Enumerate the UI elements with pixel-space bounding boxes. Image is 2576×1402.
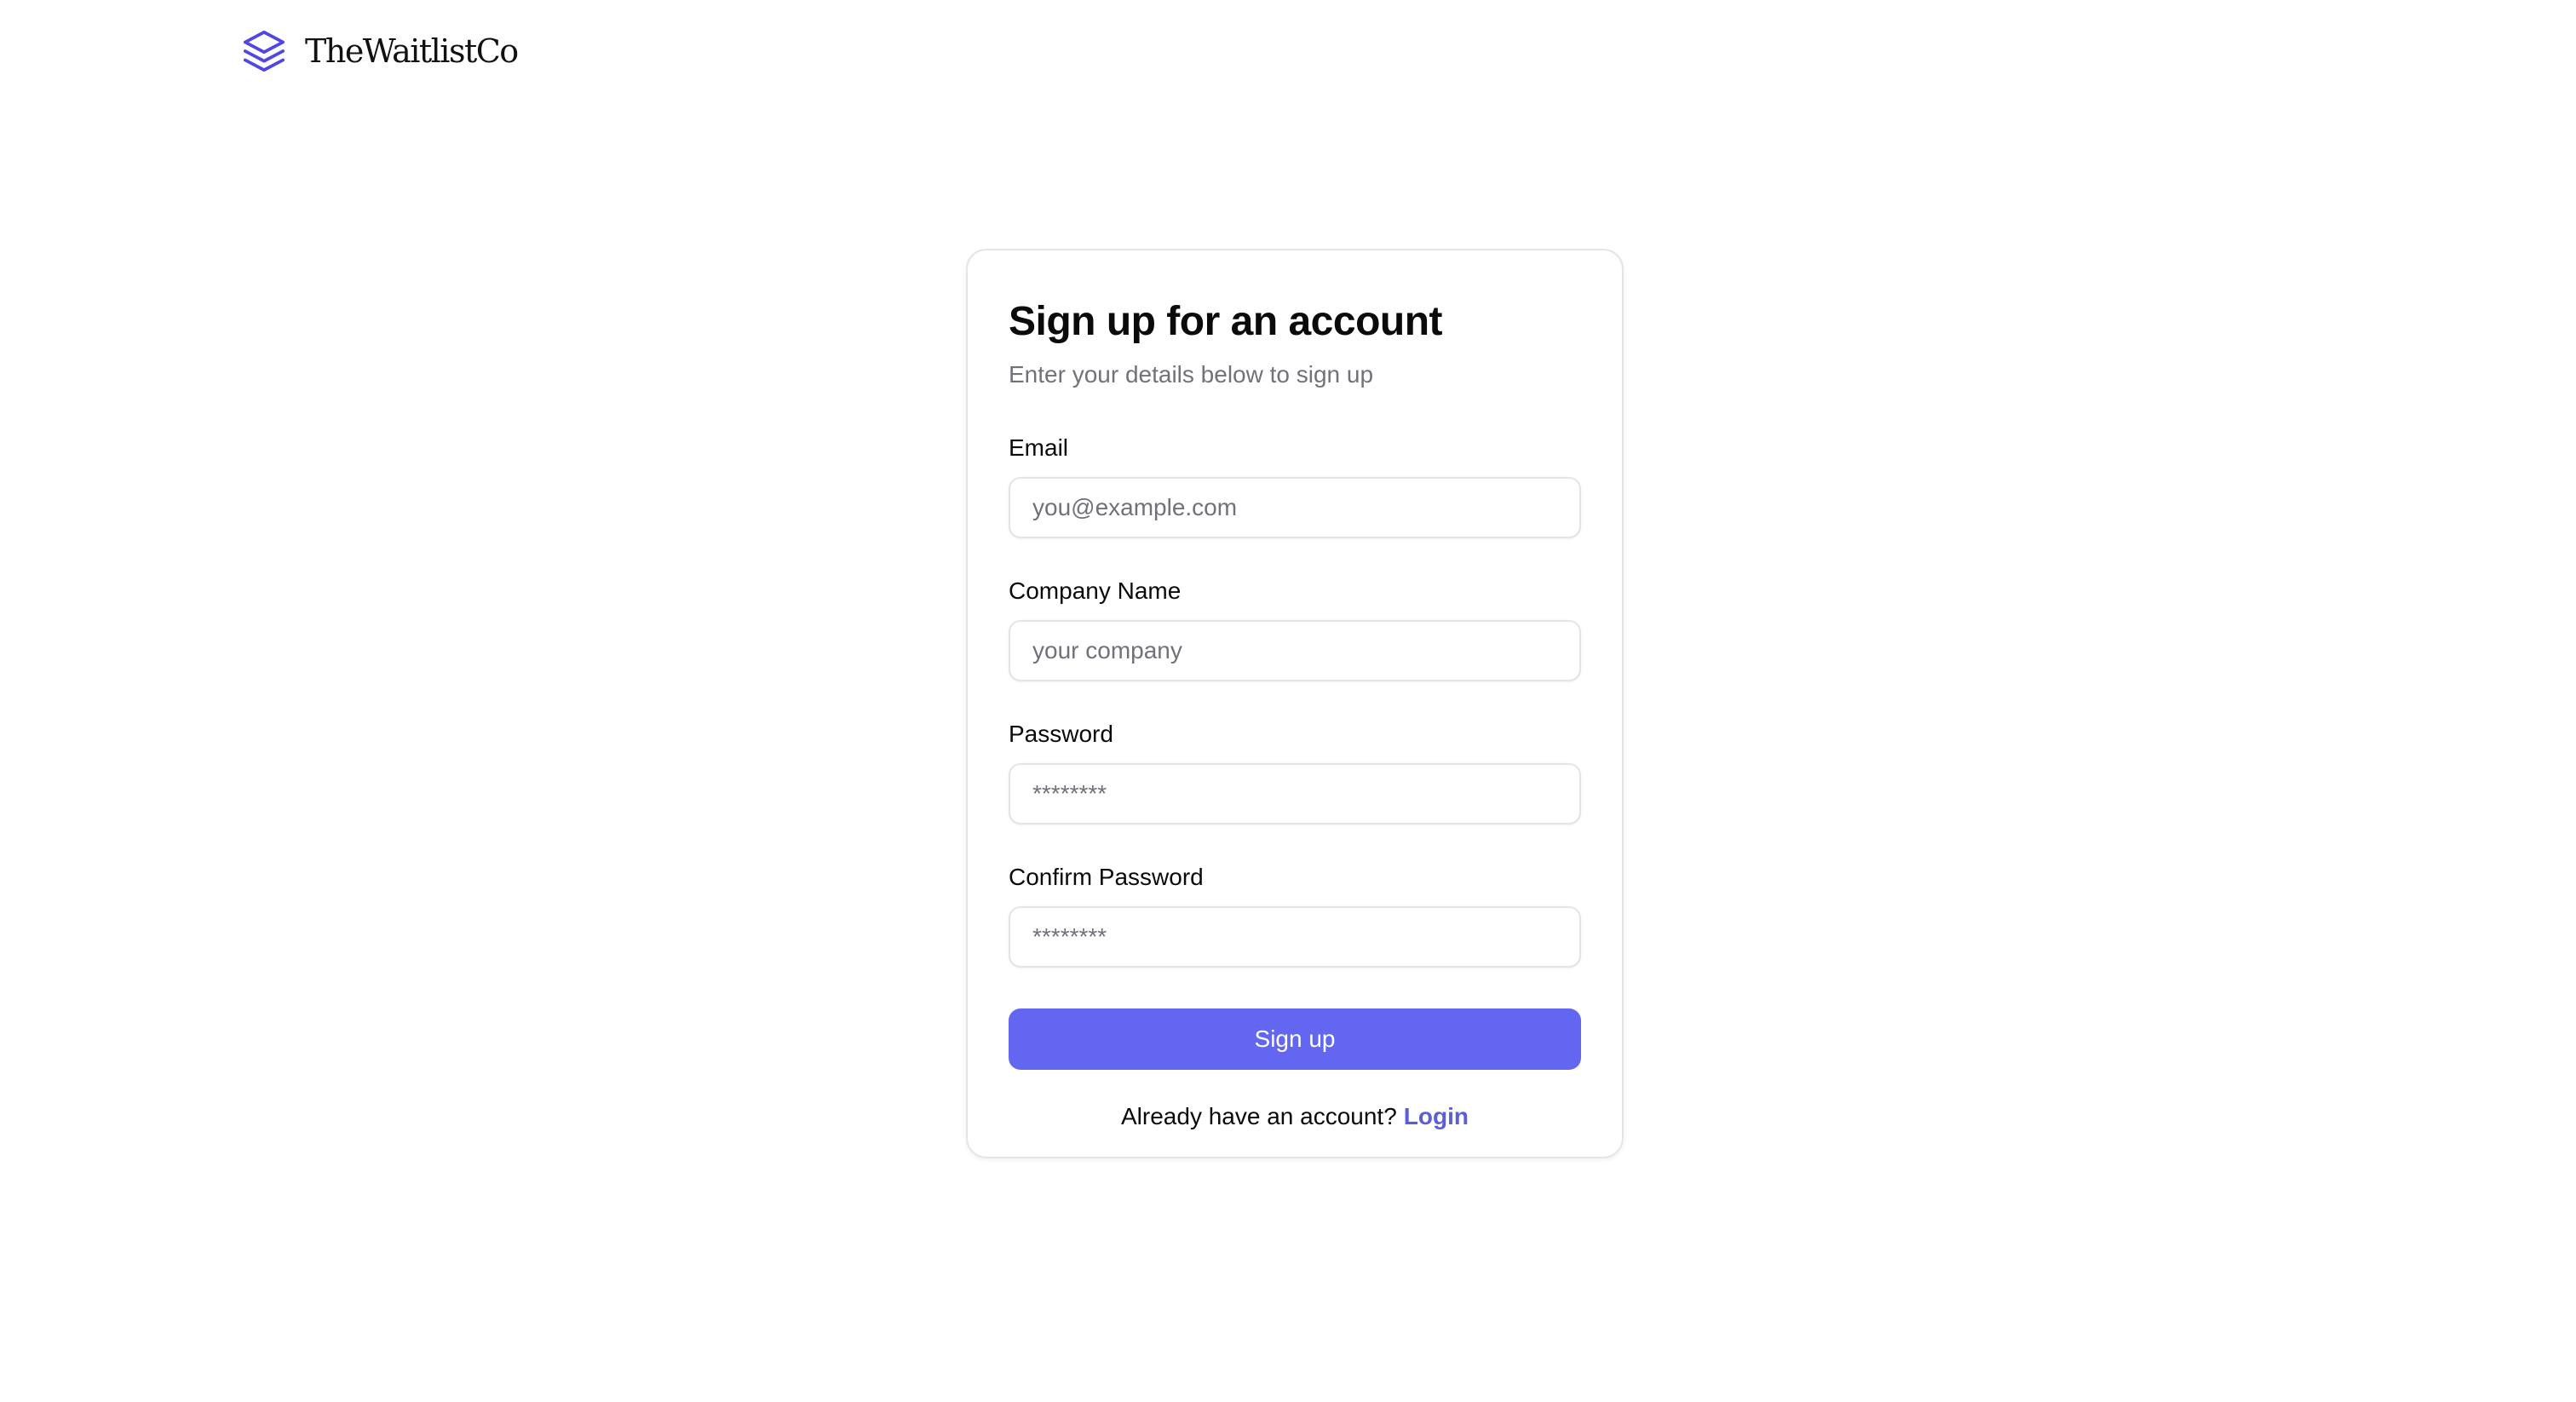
email-label: Email — [1009, 434, 1069, 461]
brand-logo[interactable]: TheWaitlistCo — [240, 26, 519, 77]
password-label: Password — [1009, 721, 1113, 747]
login-link[interactable]: Login — [1404, 1103, 1469, 1129]
sign-up-button[interactable]: Sign up — [1009, 1008, 1581, 1070]
confirm-password-field-group: Confirm Password — [1009, 864, 1581, 968]
form-subtitle: Enter your details below to sign up — [1009, 361, 1374, 388]
password-field-group: Password — [1009, 721, 1581, 825]
confirm-password-label: Confirm Password — [1009, 864, 1204, 890]
confirm-password-input[interactable] — [1009, 906, 1581, 968]
login-prompt: Already have an account? Login — [1009, 1102, 1581, 1131]
email-field-group: Email — [1009, 434, 1581, 538]
company-name-field-group: Company Name — [1009, 577, 1581, 681]
form-title: Sign up for an account — [1009, 299, 1443, 344]
email-input[interactable] — [1009, 477, 1581, 538]
brand-name: TheWaitlistCo — [305, 32, 519, 70]
login-prompt-text: Already have an account? — [1121, 1103, 1397, 1129]
layers-icon — [243, 30, 285, 72]
password-input[interactable] — [1009, 763, 1581, 825]
company-name-input[interactable] — [1009, 620, 1581, 681]
signup-page: TheWaitlistCo Sign up for an account Ent… — [0, 0, 2576, 1402]
company-name-label: Company Name — [1009, 577, 1182, 604]
signup-card: Sign up for an account Enter your detail… — [966, 249, 1624, 1158]
